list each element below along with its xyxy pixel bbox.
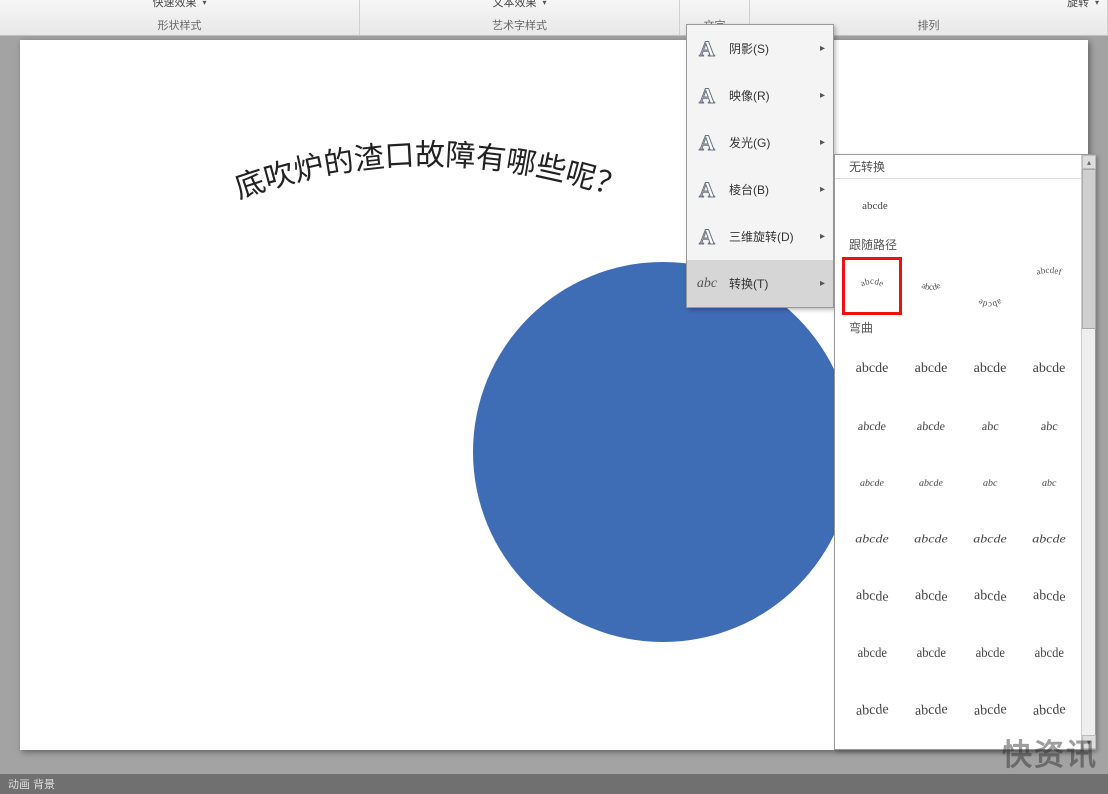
- svg-text:底吹炉的渣口故障有哪些呢？: 底吹炉的渣口故障有哪些呢？: [231, 140, 629, 205]
- chevron-right-icon: ▸: [820, 278, 825, 289]
- transform-warp-item[interactable]: abcde: [1022, 571, 1076, 623]
- transform-warp-item[interactable]: abcde: [845, 685, 899, 737]
- transform-warp-item[interactable]: abcde: [963, 514, 1017, 566]
- chevron-down-icon[interactable]: ▾: [542, 0, 546, 7]
- transform-warp-item[interactable]: abcde: [1022, 343, 1076, 395]
- bevel-icon: A: [695, 177, 719, 203]
- transform-warp-item[interactable]: abcde: [904, 514, 958, 566]
- transform-follow-button[interactable]: abcdef: [1022, 260, 1076, 312]
- scroll-down-button[interactable]: ▾: [1082, 735, 1096, 749]
- transform-warp-item[interactable]: abcde: [904, 685, 958, 737]
- 3drotate-icon: A: [695, 224, 719, 250]
- effect-item-transform[interactable]: abc 转换(T) ▸: [687, 260, 833, 307]
- effect-item-shadow[interactable]: A 阴影(S) ▸: [687, 25, 833, 72]
- transform-warp-item[interactable]: abcde: [904, 343, 958, 395]
- section-follow-label: 跟随路径: [835, 233, 1095, 256]
- transform-follow-arch-up[interactable]: abcde: [845, 260, 899, 312]
- transform-warp-item[interactable]: abcde: [845, 571, 899, 623]
- effect-item-glow[interactable]: A 发光(G) ▸: [687, 119, 833, 166]
- transform-warp-item[interactable]: abc: [963, 400, 1017, 452]
- transform-none-item[interactable]: abcde: [849, 185, 901, 227]
- transform-warp-item[interactable]: abc: [1022, 457, 1076, 509]
- chevron-right-icon: ▸: [820, 43, 825, 54]
- transform-warp-item[interactable]: abcde: [1022, 685, 1076, 737]
- wordart-text[interactable]: 底吹炉的渣口故障有哪些呢？: [220, 140, 640, 200]
- chevron-right-icon: ▸: [820, 137, 825, 148]
- section-none-label: 无转换: [835, 155, 1095, 179]
- transform-gallery: 无转换 abcde 跟随路径 abcdeabcdeabcdeabcdef 弯曲 …: [834, 154, 1096, 750]
- group-label: 形状样式: [158, 9, 202, 33]
- chevron-right-icon: ▸: [820, 184, 825, 195]
- effect-item-label: 转换(T): [729, 275, 810, 292]
- ribbon-group-wordart-style: 文本效果 ▾ 艺术字样式: [360, 0, 680, 35]
- transform-warp-item[interactable]: abcde: [904, 457, 958, 509]
- glow-icon: A: [695, 130, 719, 156]
- transform-warp-item[interactable]: abcde: [904, 628, 958, 680]
- chevron-down-icon[interactable]: ▾: [1095, 0, 1099, 7]
- effect-item-3drotate[interactable]: A 三维旋转(D) ▸: [687, 213, 833, 260]
- transform-icon: abc: [695, 276, 719, 292]
- transform-warp-item[interactable]: abcde: [845, 514, 899, 566]
- transform-warp-item[interactable]: abcde: [1022, 628, 1076, 680]
- chevron-right-icon: ▸: [820, 90, 825, 101]
- ribbon: 快速效果 ▾ 形状样式 文本效果 ▾ 艺术字样式 文字 旋转 ▾ 排列: [0, 0, 1108, 36]
- transform-warp-item[interactable]: abcde: [845, 457, 899, 509]
- transform-warp-item[interactable]: abcde: [963, 628, 1017, 680]
- transform-follow-arch-down[interactable]: abcde: [904, 260, 958, 312]
- transform-warp-item[interactable]: abcde: [845, 628, 899, 680]
- transform-warp-item[interactable]: abcde: [904, 571, 958, 623]
- svg-text:abcde: abcde: [859, 276, 886, 288]
- transform-warp-item[interactable]: abcde: [845, 343, 899, 395]
- effect-item-reflect[interactable]: A 映像(R) ▸: [687, 72, 833, 119]
- transform-warp-item[interactable]: abcde: [963, 571, 1017, 623]
- svg-text:abcde: abcde: [976, 297, 1004, 308]
- transform-warp-item[interactable]: abc: [963, 457, 1017, 509]
- effect-item-label: 三维旋转(D): [729, 228, 810, 245]
- transform-warp-item[interactable]: abcde: [1022, 514, 1076, 566]
- transform-warp-item[interactable]: abc: [1022, 400, 1076, 452]
- circle-shape[interactable]: [473, 262, 853, 642]
- group-label: 艺术字样式: [492, 9, 547, 33]
- svg-text:abcdef: abcdef: [1035, 265, 1063, 277]
- effect-item-label: 阴影(S): [729, 40, 810, 57]
- shadow-icon: A: [695, 36, 719, 62]
- effect-item-label: 发光(G): [729, 134, 810, 151]
- transform-warp-item[interactable]: abcde: [904, 400, 958, 452]
- transform-warp-item[interactable]: abcde: [963, 343, 1017, 395]
- chevron-right-icon: ▸: [820, 231, 825, 242]
- scroll-thumb[interactable]: [1082, 169, 1096, 329]
- reflect-icon: A: [695, 83, 719, 109]
- section-warp-label: 弯曲: [835, 316, 1095, 339]
- chevron-down-icon[interactable]: ▾: [202, 0, 206, 7]
- transform-warp-item[interactable]: abcde: [963, 685, 1017, 737]
- transform-follow-circle[interactable]: abcde: [963, 260, 1017, 312]
- svg-text:abcde: abcde: [920, 280, 942, 292]
- status-bar: 动画 背景: [0, 774, 1108, 794]
- group-label: 排列: [918, 9, 940, 33]
- transform-warp-item[interactable]: abcde: [845, 400, 899, 452]
- panel-scrollbar[interactable]: ▴ ▾: [1081, 155, 1095, 749]
- text-effects-menu: A阴影(S)▸A映像(R)▸A发光(G)▸A棱台(B)▸A三维旋转(D)▸abc…: [686, 24, 834, 308]
- effect-item-label: 棱台(B): [729, 181, 810, 198]
- effect-item-bevel[interactable]: A 棱台(B) ▸: [687, 166, 833, 213]
- effect-item-label: 映像(R): [729, 87, 810, 104]
- scroll-up-button[interactable]: ▴: [1082, 155, 1096, 169]
- ribbon-group-shape-style: 快速效果 ▾ 形状样式: [0, 0, 360, 35]
- rotate-button[interactable]: 旋转: [1067, 0, 1089, 10]
